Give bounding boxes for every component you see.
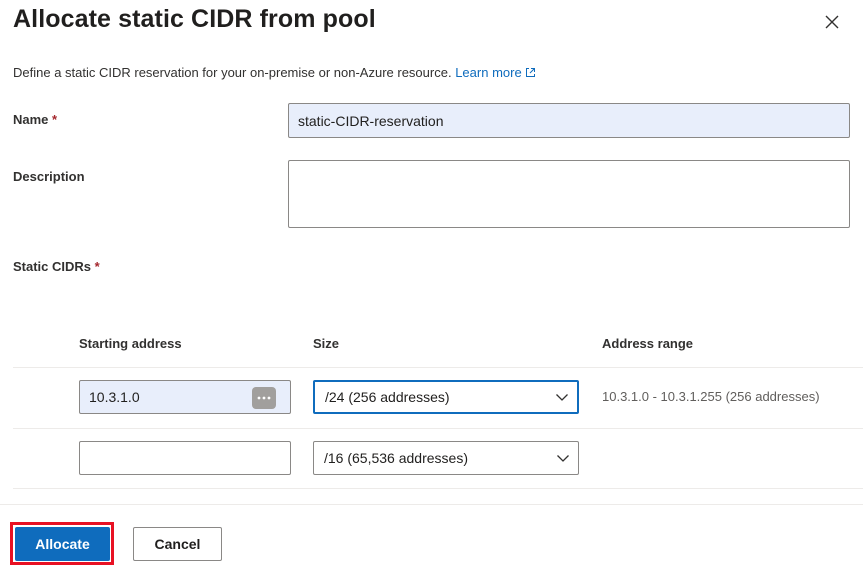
more-button[interactable]	[252, 387, 276, 409]
size-dropdown-value: /24 (256 addresses)	[325, 389, 450, 405]
table-divider	[13, 367, 863, 368]
close-button[interactable]	[820, 10, 844, 34]
address-range-value: 10.3.1.0 - 10.3.1.255 (256 addresses)	[602, 389, 820, 404]
column-header-address-range: Address range	[602, 336, 694, 351]
size-dropdown[interactable]: /16 (65,536 addresses)	[313, 441, 579, 475]
chevron-down-icon	[557, 455, 569, 462]
starting-address-input[interactable]	[79, 441, 291, 475]
table-divider	[13, 428, 863, 429]
chevron-down-icon	[556, 394, 568, 401]
description-text: Define a static CIDR reservation for you…	[13, 65, 452, 80]
name-label: Name *	[13, 112, 58, 127]
more-dots-icon	[257, 396, 271, 400]
close-icon	[825, 15, 839, 29]
cancel-button[interactable]: Cancel	[133, 527, 222, 561]
footer-divider	[0, 504, 863, 505]
name-input[interactable]	[288, 103, 850, 138]
dialog-description: Define a static CIDR reservation for you…	[13, 65, 536, 80]
column-header-size: Size	[313, 336, 340, 351]
size-dropdown-value: /16 (65,536 addresses)	[324, 450, 468, 466]
required-marker: *	[94, 259, 100, 274]
required-marker: *	[52, 112, 58, 127]
external-link-icon	[525, 68, 535, 77]
table-divider	[13, 488, 863, 489]
dialog-title: Allocate static CIDR from pool	[13, 5, 376, 33]
size-dropdown[interactable]: /24 (256 addresses)	[313, 380, 579, 414]
static-cidrs-label: Static CIDRs *	[13, 259, 100, 274]
description-textarea[interactable]	[288, 160, 850, 228]
description-label: Description	[13, 169, 85, 184]
allocate-button[interactable]: Allocate	[15, 527, 110, 561]
learn-more-link[interactable]: Learn more	[455, 65, 535, 80]
column-header-starting-address: Starting address	[79, 336, 182, 351]
